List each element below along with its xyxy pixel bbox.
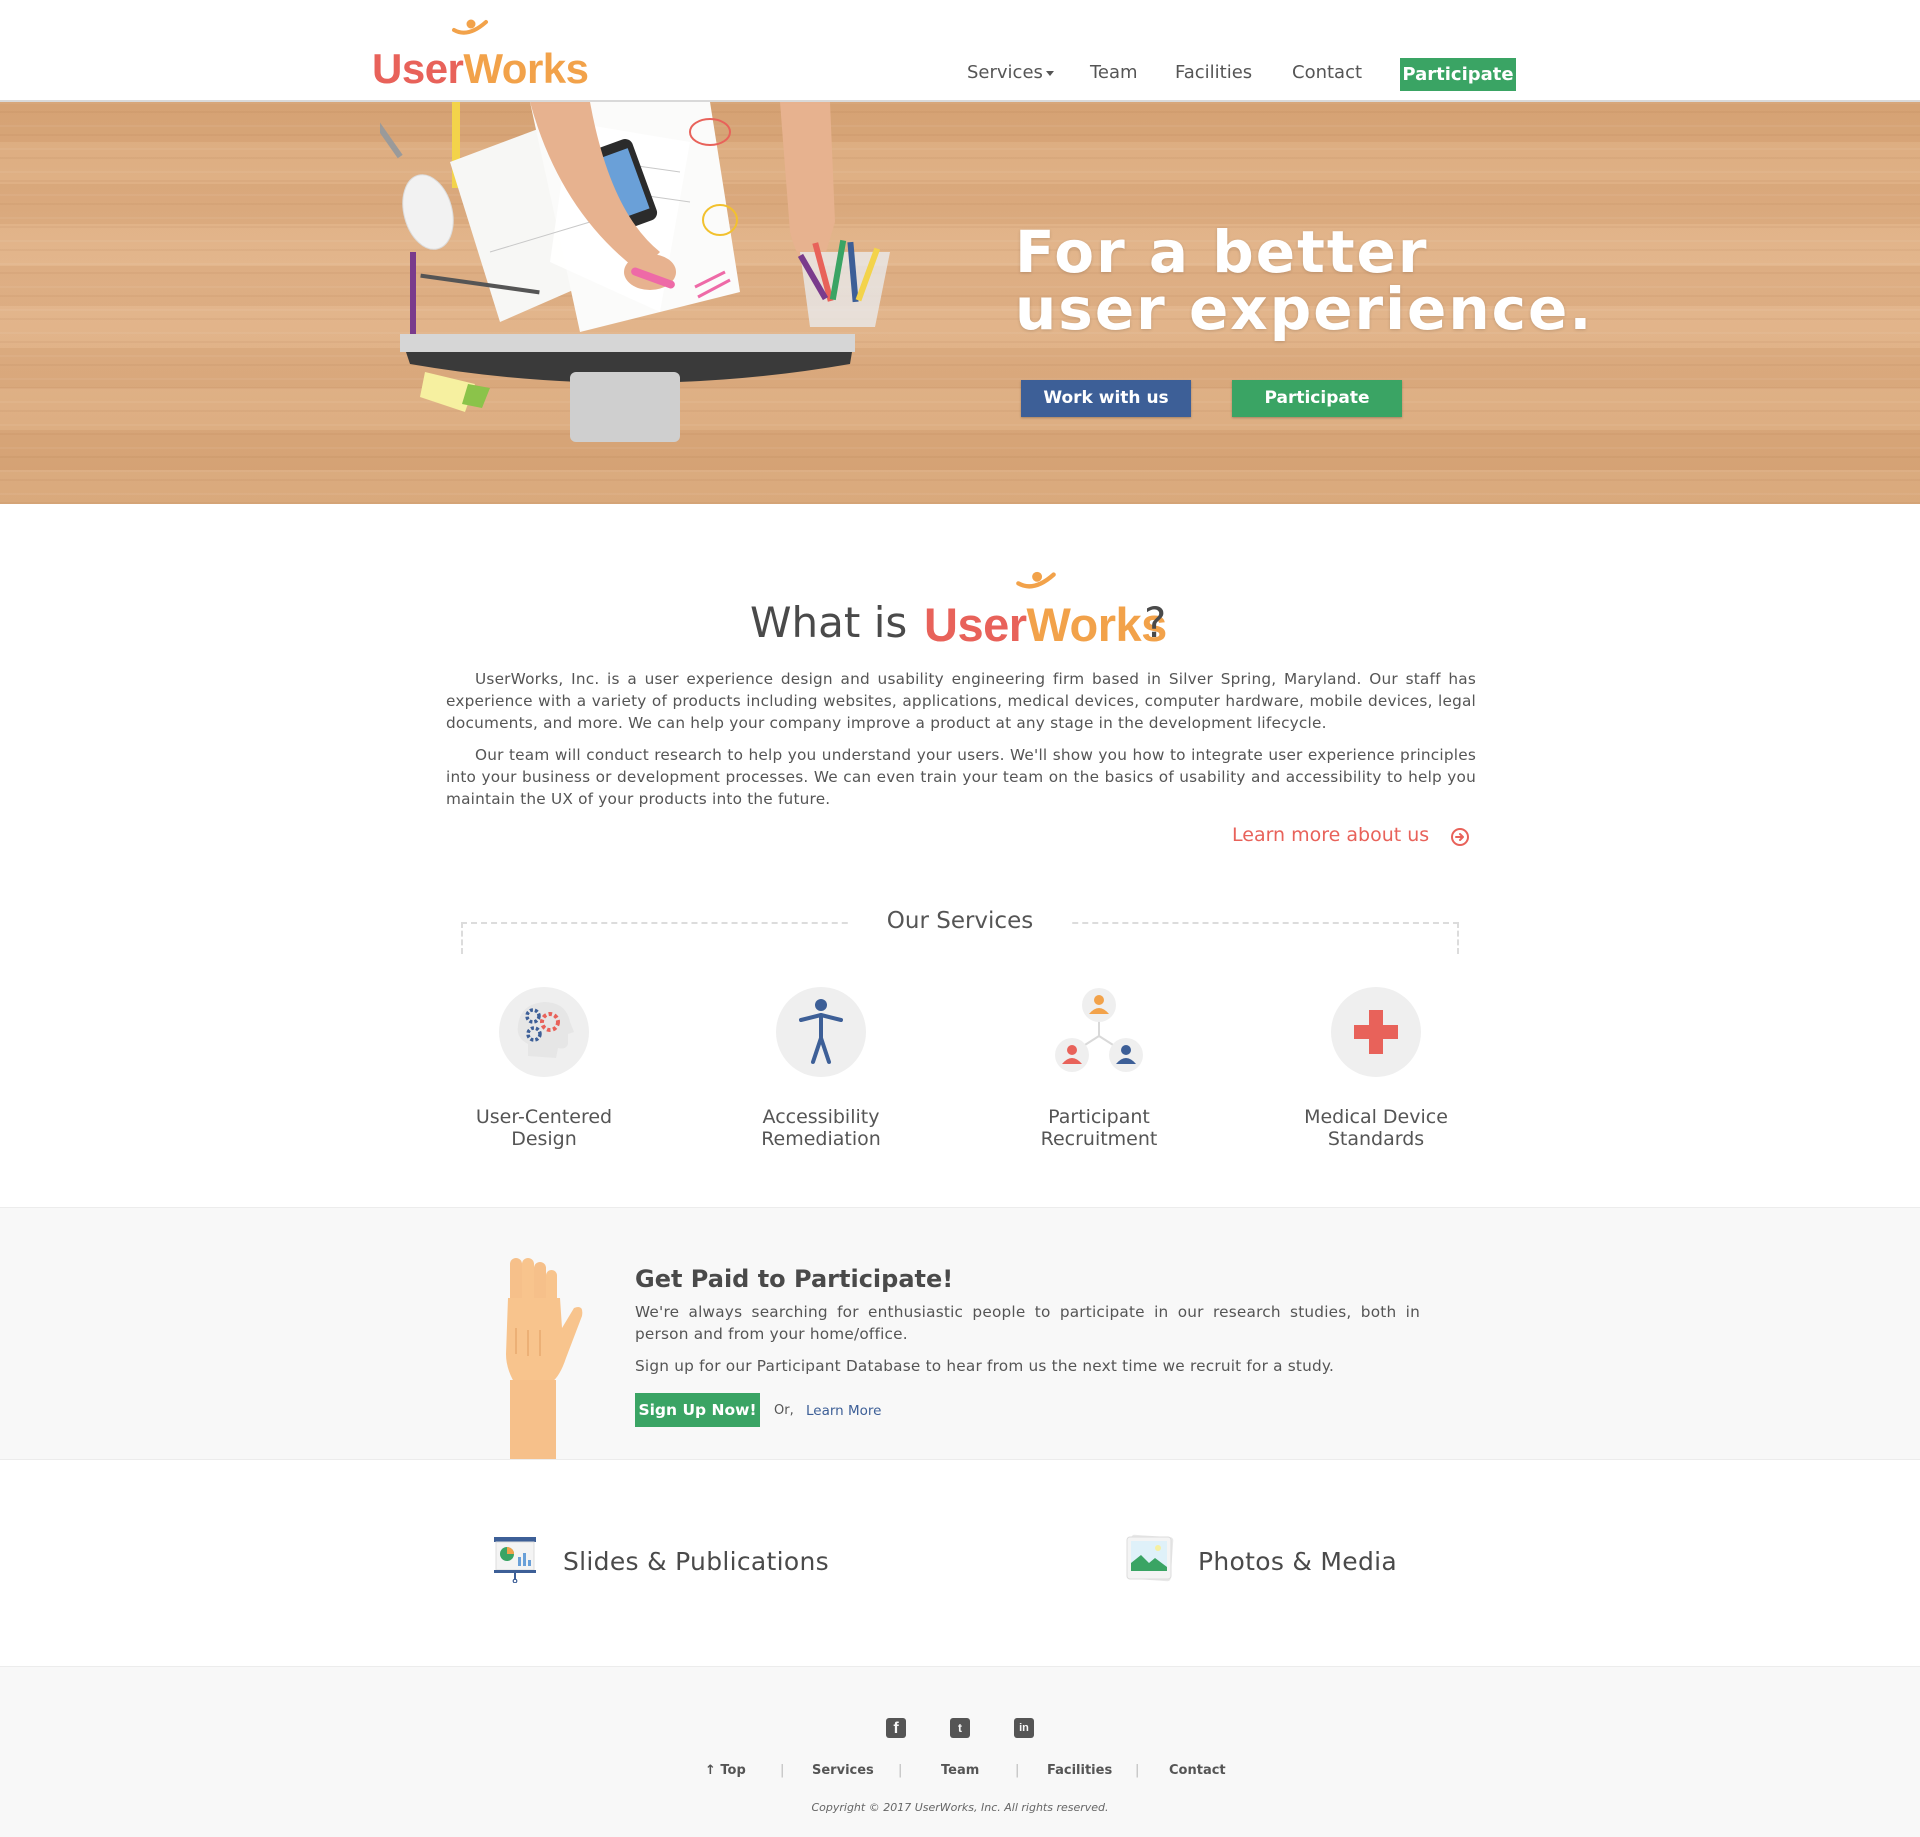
about-description: UserWorks, Inc. is a user experience des… xyxy=(446,668,1476,820)
participate-heading: Get Paid to Participate! xyxy=(635,1265,954,1293)
service-label: Accessibility Remediation xyxy=(701,1106,941,1150)
participate-paragraph-1: We're always searching for enthusiastic … xyxy=(635,1303,1420,1343)
services-heading: Our Services xyxy=(850,908,1070,938)
service-label-line1: Accessibility xyxy=(762,1106,880,1128)
site-header: UserWorks Services Team Facilities Conta… xyxy=(0,0,1920,102)
participate-paragraph-2: Sign up for our Participant Database to … xyxy=(635,1357,1335,1375)
caret-down-icon xyxy=(1045,70,1054,76)
participate-section: Get Paid to Participate! We're always se… xyxy=(0,1207,1920,1460)
sign-up-now-button[interactable]: Sign Up Now! xyxy=(635,1393,760,1427)
footer-contact-link[interactable]: Contact xyxy=(1169,1763,1226,1778)
participate-learn-more-link[interactable]: Learn More xyxy=(806,1403,882,1419)
footer-team-link[interactable]: Team xyxy=(941,1763,979,1778)
nav-participate-button[interactable]: Participate xyxy=(1400,58,1516,91)
learn-more-about-us-link[interactable]: Learn more about us xyxy=(1232,824,1429,846)
service-label-line1: Medical Device xyxy=(1304,1106,1448,1128)
accessibility-person-icon xyxy=(776,987,866,1077)
hero-headline: For a better user experience. xyxy=(1015,223,1593,338)
service-label-line2: Recruitment xyxy=(1040,1128,1158,1150)
facebook-icon[interactable]: f xyxy=(886,1718,906,1738)
slides-publications-label: Slides & Publications xyxy=(563,1547,829,1576)
head-gears-icon xyxy=(499,987,589,1077)
about-userworks-logo: UserWorks xyxy=(924,568,1167,648)
desk-workspace-illustration xyxy=(380,102,890,442)
service-label-line1: Participant xyxy=(1048,1106,1150,1128)
service-label: Medical Device Standards xyxy=(1256,1106,1496,1150)
photos-media-label: Photos & Media xyxy=(1198,1547,1398,1576)
service-label: User-Centered Design xyxy=(424,1106,664,1150)
participate-description: We're always searching for enthusiastic … xyxy=(635,1301,1420,1387)
site-footer: f t in ↑ Top | Services | Team | Facilit… xyxy=(0,1666,1920,1837)
footer-facilities-link[interactable]: Facilities xyxy=(1047,1763,1112,1778)
logo-user-text: User xyxy=(924,598,1027,651)
service-accessibility-remediation[interactable]: Accessibility Remediation xyxy=(701,986,941,1150)
medical-cross-icon xyxy=(1331,987,1421,1077)
footer-separator: | xyxy=(898,1763,903,1778)
about-paragraph-2: Our team will conduct research to help y… xyxy=(446,746,1476,808)
footer-services-link[interactable]: Services xyxy=(812,1763,874,1778)
about-heading-suffix: ? xyxy=(1144,598,1167,647)
raised-hand-icon xyxy=(506,1258,583,1459)
footer-top-link[interactable]: ↑ Top xyxy=(705,1763,746,1778)
nav-services-dropdown[interactable]: Services xyxy=(967,62,1054,83)
work-with-us-button[interactable]: Work with us xyxy=(1021,380,1191,417)
nav-team-link[interactable]: Team xyxy=(1090,62,1138,83)
presentation-chart-icon xyxy=(494,1537,536,1583)
or-text: Or, xyxy=(774,1403,794,1418)
about-paragraph-1: UserWorks, Inc. is a user experience des… xyxy=(446,670,1476,732)
hero-banner: For a better user experience. Work with … xyxy=(0,102,1920,504)
hero-participate-button[interactable]: Participate xyxy=(1232,380,1402,417)
about-logo-wordmark: UserWorks xyxy=(924,601,1167,648)
nav-contact-link[interactable]: Contact xyxy=(1292,62,1362,83)
copyright-text: Copyright © 2017 UserWorks, Inc. All rig… xyxy=(811,1801,1109,1814)
footer-separator: | xyxy=(780,1763,785,1778)
footer-separator: | xyxy=(1015,1763,1020,1778)
service-label-line2: Standards xyxy=(1327,1128,1425,1150)
about-heading-prefix: What is xyxy=(750,598,908,647)
service-participant-recruitment[interactable]: Participant Recruitment xyxy=(979,986,1219,1150)
photo-gallery-icon xyxy=(1126,1534,1174,1582)
twitter-icon[interactable]: t xyxy=(950,1718,970,1738)
arrow-circle-right-icon[interactable] xyxy=(1450,827,1470,847)
about-heading: What is UserWorks ? xyxy=(0,568,1920,648)
participants-network-icon xyxy=(1055,988,1143,1072)
service-label: Participant Recruitment xyxy=(979,1106,1219,1150)
linkedin-icon[interactable]: in xyxy=(1014,1718,1034,1738)
service-user-centered-design[interactable]: User-Centered Design xyxy=(424,986,664,1150)
nav-services-label: Services xyxy=(967,62,1043,83)
service-label-line2: Remediation xyxy=(761,1128,881,1150)
service-label-line1: User-Centered xyxy=(475,1106,613,1128)
logo-w-text: W xyxy=(1026,598,1071,651)
hero-headline-line2: user experience. xyxy=(1015,275,1594,343)
service-medical-device-standards[interactable]: Medical Device Standards xyxy=(1256,986,1496,1150)
main-nav: Services Team Facilities Contact Partici… xyxy=(0,58,1920,92)
footer-separator: | xyxy=(1135,1763,1140,1778)
nav-facilities-link[interactable]: Facilities xyxy=(1175,62,1252,83)
service-label-line2: Design xyxy=(511,1128,577,1150)
